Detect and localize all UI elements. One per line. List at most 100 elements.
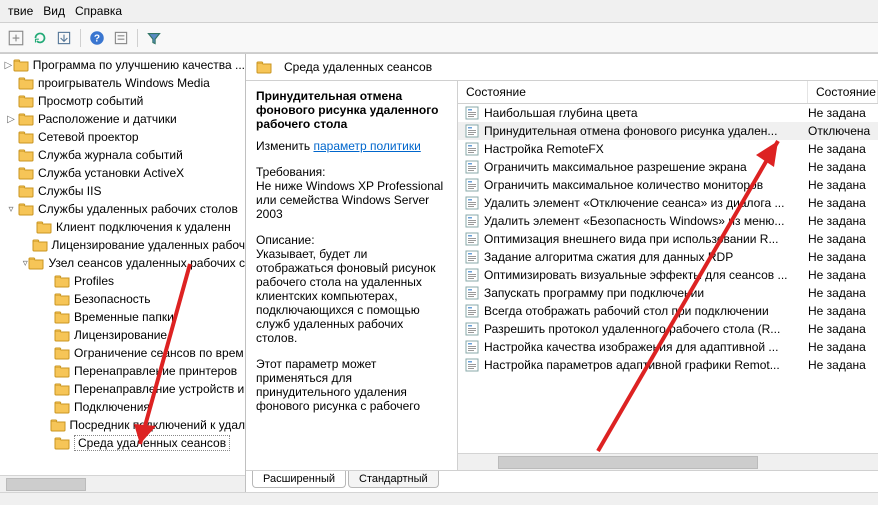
policy-state: Не задана [808, 196, 878, 210]
policy-row[interactable]: Принудительная отмена фонового рисунка у… [458, 122, 878, 140]
edit-policy-link[interactable]: параметр политики [313, 139, 420, 153]
folder-icon [54, 436, 70, 450]
policy-icon [464, 321, 480, 337]
tree-item[interactable]: Служба установки ActiveX [0, 164, 245, 182]
tree-item-label: Клиент подключения к удаленн [56, 220, 231, 234]
toolbar: ? [0, 23, 878, 53]
tree-twisty-icon[interactable]: ▿ [4, 204, 18, 215]
expand-icon[interactable] [6, 28, 26, 48]
policy-state: Не задана [808, 160, 878, 174]
filter-icon[interactable] [144, 28, 164, 48]
tree-item[interactable]: Просмотр событий [0, 92, 245, 110]
right-header: Среда удаленных сеансов [246, 54, 878, 81]
tree-item-label: Служба установки ActiveX [38, 166, 184, 180]
policy-name: Настройка параметров адаптивной графики … [484, 358, 808, 372]
tree-item[interactable]: Перенаправление принтеров [0, 362, 245, 380]
right-pane: Среда удаленных сеансов Принудительная о… [246, 54, 878, 492]
folder-icon [36, 220, 52, 234]
policy-icon [464, 159, 480, 175]
list-rows[interactable]: Наибольшая глубина цветаНе задана Принуди… [458, 104, 878, 453]
tree-item[interactable]: ▷ Расположение и датчики [0, 110, 245, 128]
tree-item[interactable]: ▿Службы удаленных рабочих столов [0, 200, 245, 218]
tree-item-label: Ограничение сеансов по врем [74, 346, 244, 360]
refresh-icon[interactable] [30, 28, 50, 48]
folder-icon [54, 292, 70, 306]
tree-item[interactable]: Profiles [0, 272, 245, 290]
tree-item[interactable]: проигрыватель Windows Media [0, 74, 245, 92]
tree-hscroll[interactable] [0, 475, 245, 492]
tree-twisty-icon[interactable]: ▷ [4, 60, 13, 71]
policy-row[interactable]: Наибольшая глубина цветаНе задана [458, 104, 878, 122]
tree[interactable]: ▷ Программа по улучшению качества ... прои… [0, 54, 245, 475]
tabs: Расширенный Стандартный [246, 470, 878, 492]
policy-name: Оптимизировать визуальные эффекты для се… [484, 268, 808, 282]
policy-row[interactable]: Ограничить максимальное количество монит… [458, 176, 878, 194]
tab-extended[interactable]: Расширенный [252, 471, 346, 488]
tree-item[interactable]: Лицензирование [0, 326, 245, 344]
policy-state: Не задана [808, 178, 878, 192]
policy-row[interactable]: Задание алгоритма сжатия для данных RDPН… [458, 248, 878, 266]
tree-item-label: Программа по улучшению качества ... [33, 58, 245, 72]
description-panel: Принудительная отмена фонового рисунка у… [246, 81, 458, 470]
policy-name: Настройка RemoteFX [484, 142, 808, 156]
tree-twisty-icon[interactable]: ▷ [4, 114, 18, 125]
folder-icon [256, 60, 272, 74]
policy-name: Принудительная отмена фонового рисунка у… [484, 124, 808, 138]
tree-item-label: Просмотр событий [38, 94, 143, 108]
policy-icon [464, 195, 480, 211]
tree-item[interactable]: Среда удаленных сеансов [0, 434, 245, 452]
policy-icon [464, 249, 480, 265]
tree-item[interactable]: ▿Узел сеансов удаленных рабочих с [0, 254, 245, 272]
tree-item[interactable]: Служба журнала событий [0, 146, 245, 164]
folder-icon [18, 184, 34, 198]
policy-state: Не задана [808, 232, 878, 246]
policy-row[interactable]: Настройка качества изображения для адапт… [458, 338, 878, 356]
policy-row[interactable]: Настройка RemoteFXНе задана [458, 140, 878, 158]
tree-item[interactable]: Службы IIS [0, 182, 245, 200]
edit-prefix: Изменить [256, 139, 313, 153]
policy-row[interactable]: Удалить элемент «Отключение сеанса» из д… [458, 194, 878, 212]
policy-name: Разрешить протокол удаленного рабочего с… [484, 322, 808, 336]
policy-icon [464, 141, 480, 157]
tree-item-label: Перенаправление устройств и [74, 382, 244, 396]
tree-item-label: Расположение и датчики [38, 112, 177, 126]
policy-row[interactable]: Ограничить максимальное разрешение экран… [458, 158, 878, 176]
policy-name: Удалить элемент «Безопасность Windows» и… [484, 214, 808, 228]
policy-row[interactable]: Настройка параметров адаптивной графики … [458, 356, 878, 374]
policy-icon [464, 285, 480, 301]
list-hscroll[interactable] [458, 453, 878, 470]
tree-item[interactable]: ▷ Программа по улучшению качества ... [0, 56, 245, 74]
policy-row[interactable]: Разрешить протокол удаленного рабочего с… [458, 320, 878, 338]
col-state[interactable]: Состояние [808, 81, 878, 103]
menu-help[interactable]: Справка [73, 2, 130, 20]
policy-row[interactable]: Всегда отображать рабочий стол при подкл… [458, 302, 878, 320]
tree-item[interactable]: Ограничение сеансов по врем [0, 344, 245, 362]
menu-view[interactable]: Вид [41, 2, 73, 20]
policy-row[interactable]: Запускать программу при подключенииНе за… [458, 284, 878, 302]
tree-item[interactable]: Посредник подключений к удал [0, 416, 245, 434]
folder-icon [54, 400, 70, 414]
col-name[interactable]: Состояние [458, 81, 808, 103]
policy-icon [464, 105, 480, 121]
menubar: твие Вид Справка [0, 0, 878, 23]
tree-item[interactable]: Сетевой проектор [0, 128, 245, 146]
tree-item[interactable]: Безопасность [0, 290, 245, 308]
tree-item-label: Безопасность [74, 292, 151, 306]
tree-item[interactable]: Перенаправление устройств и [0, 380, 245, 398]
policy-row[interactable]: Оптимизировать визуальные эффекты для се… [458, 266, 878, 284]
export-icon[interactable] [54, 28, 74, 48]
tree-item-label: Среда удаленных сеансов [74, 435, 230, 451]
tree-item[interactable]: Временные папки [0, 308, 245, 326]
tree-item[interactable]: Лицензирование удаленных рабоч [0, 236, 245, 254]
help-icon[interactable]: ? [87, 28, 107, 48]
tab-standard[interactable]: Стандартный [348, 471, 439, 488]
policy-name: Оптимизация внешнего вида при использова… [484, 232, 808, 246]
tree-item[interactable]: Подключения [0, 398, 245, 416]
policy-name: Всегда отображать рабочий стол при подкл… [484, 304, 808, 318]
folder-icon [28, 256, 44, 270]
policy-row[interactable]: Оптимизация внешнего вида при использова… [458, 230, 878, 248]
menu-action[interactable]: твие [6, 2, 41, 20]
policy-row[interactable]: Удалить элемент «Безопасность Windows» и… [458, 212, 878, 230]
properties-icon[interactable] [111, 28, 131, 48]
tree-item[interactable]: Клиент подключения к удаленн [0, 218, 245, 236]
